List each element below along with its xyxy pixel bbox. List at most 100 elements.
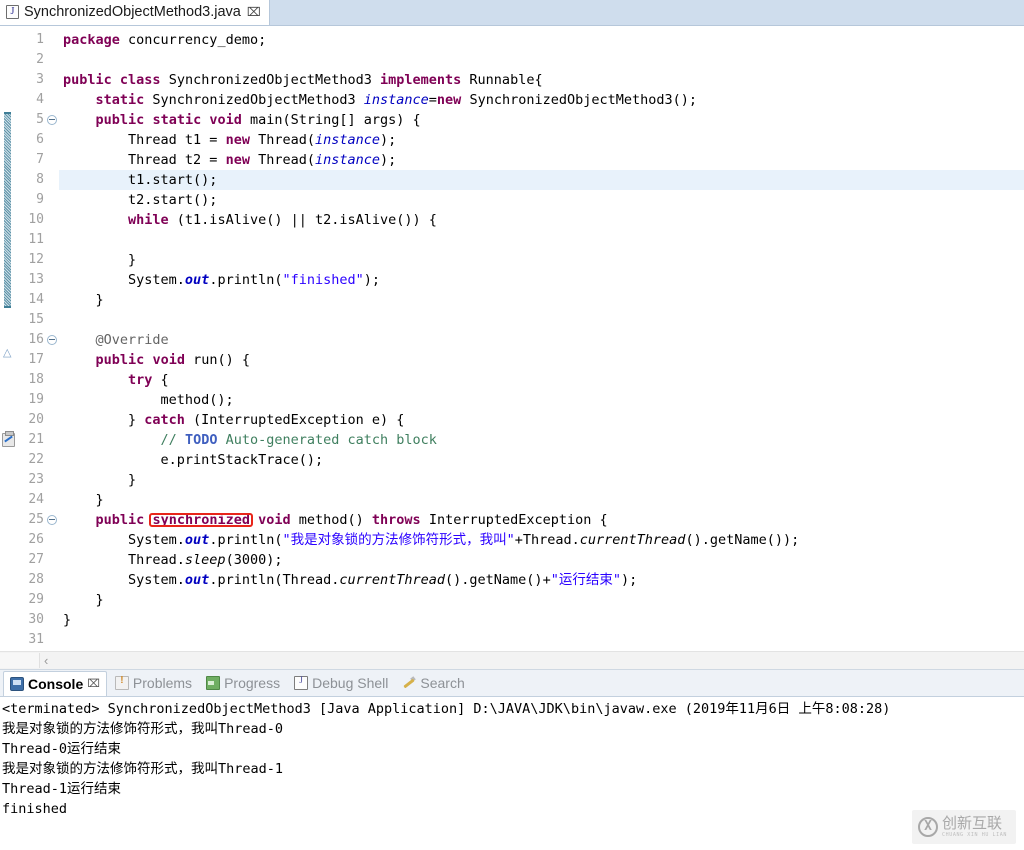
code-line[interactable]: public static void main(String[] args) {	[59, 110, 1024, 130]
line-number: 14	[28, 292, 44, 307]
fold-marker-slot[interactable]	[46, 250, 59, 270]
fold-collapse-icon[interactable]	[47, 335, 57, 345]
fold-marker-slot[interactable]	[46, 70, 59, 90]
code-editor[interactable]: 1234567891011121314151617181920212223242…	[0, 26, 1024, 651]
code-line[interactable]	[59, 50, 1024, 70]
close-icon[interactable]: ⌧	[246, 6, 262, 18]
fold-marker-slot[interactable]	[46, 530, 59, 550]
fold-marker-slot[interactable]	[46, 490, 59, 510]
code-line[interactable]: System.out.println(Thread.currentThread(…	[59, 570, 1024, 590]
fold-marker-slot[interactable]	[46, 290, 59, 310]
console-output[interactable]: <terminated> SynchronizedObjectMethod3 […	[0, 697, 1024, 850]
debug-shell-icon	[294, 675, 309, 690]
fold-marker-slot[interactable]	[46, 210, 59, 230]
code-line[interactable]: System.out.println("我是对象锁的方法修饰符形式，我叫"+Th…	[59, 530, 1024, 550]
fold-marker-slot[interactable]	[46, 30, 59, 50]
code-line[interactable]: t1.start();	[59, 170, 1024, 190]
chevron-left-icon[interactable]: ‹	[44, 653, 48, 668]
code-line[interactable]: Thread.sleep(3000);	[59, 550, 1024, 570]
fold-marker-slot[interactable]	[46, 630, 59, 650]
line-number: 3	[36, 72, 44, 87]
code-line[interactable]	[59, 310, 1024, 330]
close-icon[interactable]: ⌧	[87, 677, 100, 690]
code-line[interactable]: public synchronized void method() throws…	[59, 510, 1024, 530]
editor-tab-synchronizedobjectmethod3[interactable]: SynchronizedObjectMethod3.java ⌧	[0, 0, 270, 25]
fold-marker-slot[interactable]	[46, 450, 59, 470]
fold-marker-slot[interactable]	[46, 410, 59, 430]
java-file-icon	[6, 5, 19, 19]
fold-marker-slot[interactable]	[46, 570, 59, 590]
code-line[interactable]	[59, 230, 1024, 250]
fold-marker-slot[interactable]	[46, 330, 59, 350]
problems-icon	[114, 675, 129, 690]
fold-marker-slot[interactable]	[46, 550, 59, 570]
code-line[interactable]: e.printStackTrace();	[59, 450, 1024, 470]
fold-marker-slot[interactable]	[46, 50, 59, 70]
view-tab-console[interactable]: Console ⌧	[3, 670, 107, 696]
code-line[interactable]: static SynchronizedObjectMethod3 instanc…	[59, 90, 1024, 110]
view-tab-problems[interactable]: Problems	[109, 671, 198, 696]
code-line[interactable]: package concurrency_demo;	[59, 30, 1024, 50]
code-line[interactable]	[59, 630, 1024, 650]
code-line[interactable]: System.out.println("finished");	[59, 270, 1024, 290]
fold-marker-slot[interactable]	[46, 390, 59, 410]
code-line[interactable]: }	[59, 490, 1024, 510]
fold-marker-slot[interactable]	[46, 610, 59, 630]
fold-marker-slot[interactable]	[46, 130, 59, 150]
code-line[interactable]: }	[59, 610, 1024, 630]
fold-marker-slot[interactable]	[46, 510, 59, 530]
code-content[interactable]: package concurrency_demo; public class S…	[59, 26, 1024, 651]
console-icon	[10, 676, 24, 691]
override-marker-icon[interactable]	[1, 346, 15, 370]
line-number: 19	[28, 392, 44, 407]
fold-marker-slot[interactable]	[46, 470, 59, 490]
line-number: 17	[28, 352, 44, 367]
fold-collapse-icon[interactable]	[47, 115, 57, 125]
line-number: 16	[28, 332, 44, 347]
view-tab-search[interactable]: Search	[396, 671, 470, 696]
fold-marker-slot[interactable]	[46, 270, 59, 290]
watermark-mark-icon	[918, 817, 938, 837]
line-number: 12	[28, 252, 44, 267]
fold-marker-slot[interactable]	[46, 350, 59, 370]
code-line[interactable]: }	[59, 470, 1024, 490]
fold-marker-slot[interactable]	[46, 230, 59, 250]
code-line[interactable]: }	[59, 290, 1024, 310]
line-number: 22	[28, 452, 44, 467]
fold-marker-slot[interactable]	[46, 190, 59, 210]
watermark-cn-text: 创新互联	[942, 814, 1003, 832]
fold-collapse-icon[interactable]	[47, 515, 57, 525]
code-line[interactable]: public class SynchronizedObjectMethod3 i…	[59, 70, 1024, 90]
code-line[interactable]: public void run() {	[59, 350, 1024, 370]
fold-marker-slot[interactable]	[46, 110, 59, 130]
fold-marker-slot[interactable]	[46, 170, 59, 190]
console-panel: Console⌧ Problems Progress Debug Shell Searc…	[0, 669, 1024, 850]
scrollbar-thumb[interactable]	[0, 653, 40, 668]
code-line[interactable]: }	[59, 250, 1024, 270]
search-icon	[402, 676, 416, 690]
code-line[interactable]: @Override	[59, 330, 1024, 350]
editor-horizontal-scrollbar[interactable]: ‹	[0, 651, 1024, 669]
fold-marker-slot[interactable]	[46, 430, 59, 450]
view-tab-progress[interactable]: Progress	[200, 671, 286, 696]
line-number: 7	[36, 152, 44, 167]
console-output-line: 我是对象锁的方法修饰符形式，我叫Thread-0	[2, 721, 284, 737]
fold-marker-slot[interactable]	[46, 150, 59, 170]
code-line[interactable]: }	[59, 590, 1024, 610]
code-line[interactable]: } catch (InterruptedException e) {	[59, 410, 1024, 430]
fold-marker-slot[interactable]	[46, 90, 59, 110]
todo-task-marker-icon[interactable]	[1, 430, 15, 450]
code-line[interactable]: // TODO Auto-generated catch block	[59, 430, 1024, 450]
code-line[interactable]: t2.start();	[59, 190, 1024, 210]
code-line[interactable]: method();	[59, 390, 1024, 410]
code-line[interactable]: Thread t1 = new Thread(instance);	[59, 130, 1024, 150]
fold-marker-slot[interactable]	[46, 590, 59, 610]
code-folding-ruler[interactable]	[4, 26, 59, 651]
code-line[interactable]: Thread t2 = new Thread(instance);	[59, 150, 1024, 170]
code-line[interactable]: try {	[59, 370, 1024, 390]
line-number: 13	[28, 272, 44, 287]
fold-marker-slot[interactable]	[46, 370, 59, 390]
fold-marker-slot[interactable]	[46, 310, 59, 330]
view-tab-debug-shell[interactable]: Debug Shell	[288, 671, 394, 696]
code-line[interactable]: while (t1.isAlive() || t2.isAlive()) {	[59, 210, 1024, 230]
